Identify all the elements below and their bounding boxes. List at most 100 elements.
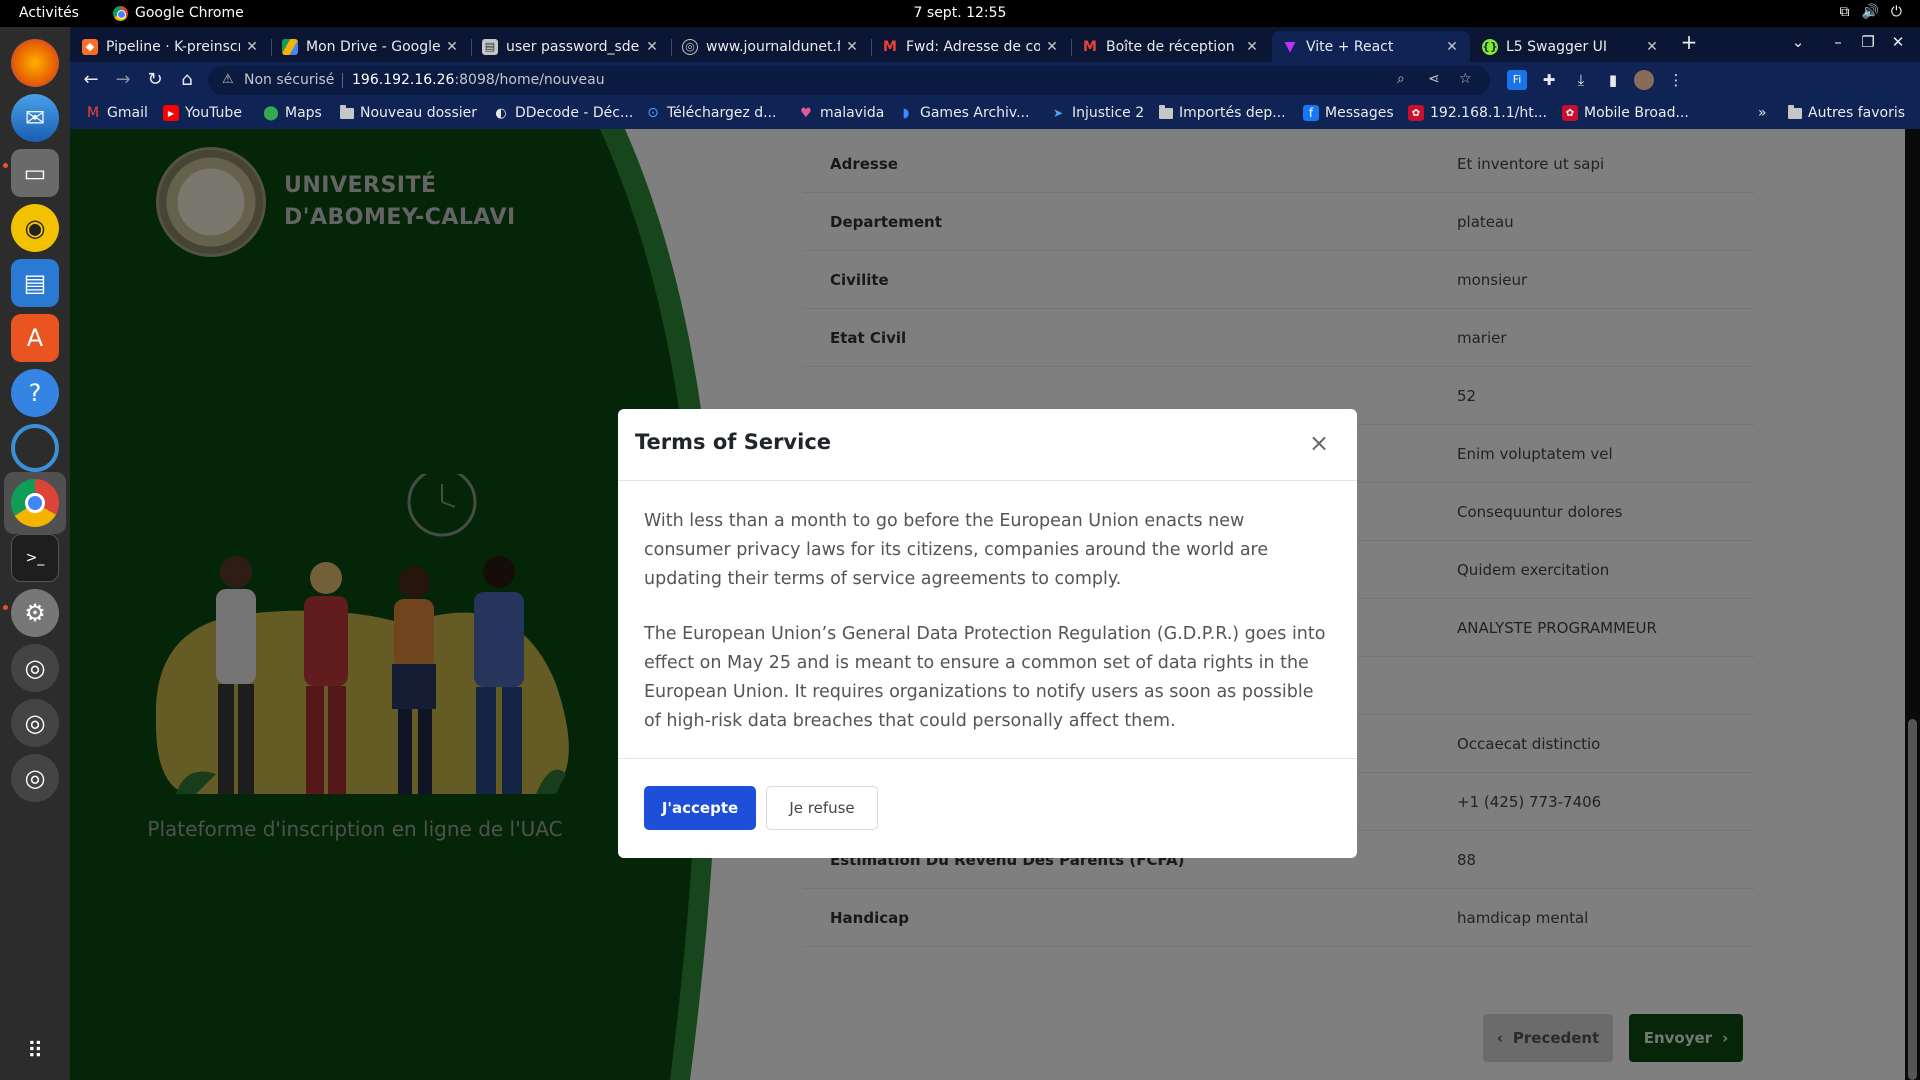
bookmark-telechargez[interactable]: ⊙ Téléchargez d... [645, 105, 776, 121]
swagger-icon: {} [1482, 38, 1498, 55]
bookmark-mobile-broadband[interactable]: ✿ Mobile Broad... [1562, 105, 1689, 121]
warning-triangle-icon: ⚠ [222, 72, 234, 87]
close-tab-icon[interactable]: ✕ [444, 39, 460, 55]
tab-title: user password_sdep [506, 38, 640, 55]
home-icon[interactable]: ⌂ [175, 68, 199, 92]
bookmark-label: Messages [1325, 105, 1394, 121]
injustice-icon: ➤ [1052, 106, 1064, 120]
sync-app-icon[interactable] [11, 424, 59, 472]
gmail-icon: M [883, 38, 897, 55]
close-window-button[interactable]: ✕ [1886, 33, 1910, 51]
address-bar[interactable]: ⚠ Non sécurisé 196.192.16.26:8098/home/n… [208, 66, 1490, 95]
close-tab-icon[interactable]: ✕ [244, 39, 260, 55]
document-icon: ▤ [482, 38, 498, 55]
close-tab-icon[interactable]: ✕ [844, 39, 860, 55]
ddecode-icon: ◐ [495, 105, 507, 121]
terminal-icon[interactable]: >_ [11, 534, 59, 582]
clock[interactable]: 7 sept. 12:55 [0, 5, 1920, 21]
running-indicator [3, 163, 8, 168]
restore-button[interactable]: ❐ [1856, 33, 1880, 51]
chrome-icon[interactable] [11, 479, 59, 527]
disk-icon[interactable]: ◎ [11, 699, 59, 747]
network-icon: ⧉ [1839, 4, 1850, 20]
security-status: Non sécurisé [244, 72, 335, 88]
browser-toolbar: ← → ↻ ⌂ ⚠ Non sécurisé 196.192.16.26:809… [70, 62, 1920, 99]
files-icon[interactable]: ▭ [11, 149, 59, 197]
disk-icon[interactable]: ◎ [11, 754, 59, 802]
software-center-icon[interactable]: A [11, 314, 59, 362]
tab-journaldunet[interactable]: ◎ www.journaldunet.fr ✕ [672, 31, 870, 62]
reload-icon[interactable]: ↻ [143, 68, 167, 92]
zoom-icon[interactable]: ⌕ [1397, 71, 1405, 87]
firefox-icon[interactable] [11, 39, 59, 87]
close-tab-icon[interactable]: ✕ [1244, 39, 1260, 55]
extension-translate-icon[interactable]: Fi [1507, 70, 1527, 90]
bookmark-ddecode[interactable]: ◐ DDecode - Déc... [493, 105, 633, 121]
close-icon[interactable]: × [1303, 427, 1335, 459]
tab-user-password[interactable]: ▤ user password_sdep ✕ [472, 31, 670, 62]
app-menu[interactable]: Google Chrome [113, 5, 244, 21]
profile-avatar[interactable] [1634, 70, 1654, 90]
activities-button[interactable]: Activités [19, 5, 79, 21]
help-icon[interactable]: ? [11, 369, 59, 417]
tab-swagger[interactable]: {} L5 Swagger UI ✕ [1472, 31, 1670, 62]
new-tab-button[interactable]: + [1677, 30, 1701, 54]
system-tray[interactable]: ⧉ 🔊 ⏻ [1839, 4, 1902, 20]
bookmark-games-archive[interactable]: ◗ Games Archiv... [898, 105, 1030, 121]
bookmark-router[interactable]: ✿ 192.168.1.1/ht... [1408, 105, 1547, 121]
settings-icon[interactable]: ⚙ [11, 589, 59, 637]
tab-google-drive[interactable]: Mon Drive - Google D ✕ [272, 31, 470, 62]
bookmark-label: 192.168.1.1/ht... [1430, 105, 1548, 121]
refuse-button[interactable]: Je refuse [766, 786, 878, 830]
accept-button[interactable]: J'accepte [644, 786, 756, 830]
tab-title: Mon Drive - Google D [306, 38, 440, 55]
bookmark-importes[interactable]: Importés dep... [1159, 104, 1286, 121]
folder-icon [1159, 104, 1173, 119]
extensions-puzzle-icon[interactable]: ✚ [1539, 70, 1559, 90]
bookmark-youtube[interactable]: ▶ YouTube [163, 105, 242, 121]
gmail-icon: M [1083, 38, 1097, 55]
bookmark-label: DDecode - Déc... [515, 105, 634, 121]
close-tab-icon[interactable]: ✕ [1044, 39, 1060, 55]
bookmark-injustice[interactable]: ➤ Injustice 2 [1050, 105, 1144, 121]
scrollbar-thumb[interactable] [1908, 719, 1917, 1080]
more-bookmarks-chevron-icon[interactable]: » [1758, 105, 1767, 121]
back-arrow-icon[interactable]: ← [79, 68, 103, 92]
disk-icon[interactable]: ◎ [11, 644, 59, 692]
tab-title: Boîte de réception ( [1106, 38, 1240, 55]
tab-gmail-fwd[interactable]: M Fwd: Adresse de con ✕ [872, 31, 1070, 62]
url-host: 196.192.16.26 [352, 72, 455, 88]
close-tab-icon[interactable]: ✕ [1644, 39, 1660, 55]
bookmark-label: Importés dep... [1179, 105, 1286, 121]
close-tab-icon[interactable]: ✕ [644, 39, 660, 55]
close-tab-icon[interactable]: ✕ [1444, 39, 1460, 55]
modal-title: Terms of Service [635, 430, 832, 454]
folder-icon [1788, 104, 1802, 119]
bookmark-star-icon[interactable]: ☆ [1459, 71, 1472, 87]
tab-search-chevron-icon[interactable]: ⌄ [1786, 33, 1810, 51]
tab-gitlab-pipeline[interactable]: ◆ Pipeline · K-preinscri ✕ [72, 31, 270, 62]
side-panel-icon[interactable]: ▮ [1603, 70, 1623, 90]
minimize-button[interactable]: – [1826, 33, 1850, 51]
download-icon[interactable]: ⤓ [1571, 70, 1591, 90]
bookmark-messages[interactable]: f Messages [1303, 105, 1394, 121]
tab-vite-react[interactable]: ▼ Vite + React ✕ [1272, 31, 1470, 62]
bookmark-nouveau-dossier[interactable]: Nouveau dossier [340, 104, 477, 121]
share-icon[interactable]: ⋖ [1428, 71, 1440, 87]
gitlab-icon: ◆ [82, 38, 98, 55]
tab-gmail-inbox[interactable]: M Boîte de réception ( ✕ [1072, 31, 1270, 62]
download-site-icon: ⊙ [647, 105, 659, 121]
bookmark-gmail[interactable]: M Gmail [85, 105, 148, 121]
rhythmbox-icon[interactable]: ◉ [11, 204, 59, 252]
show-applications-icon[interactable]: ⠿ [11, 1027, 59, 1075]
libreoffice-writer-icon[interactable]: ▤ [11, 259, 59, 307]
folder-icon [340, 104, 354, 119]
bookmark-autres-favoris[interactable]: Autres favoris [1788, 104, 1906, 121]
bookmark-label: Autres favoris [1808, 105, 1906, 121]
bookmark-malavida[interactable]: ♥ malavida [798, 105, 884, 121]
forward-arrow-icon[interactable]: → [111, 68, 135, 92]
gmail-icon: M [86, 105, 100, 121]
menu-kebab-icon[interactable]: ⋮ [1666, 70, 1686, 90]
bookmark-maps[interactable]: ⬤ Maps [263, 105, 322, 121]
thunderbird-icon[interactable]: ✉ [11, 94, 59, 142]
